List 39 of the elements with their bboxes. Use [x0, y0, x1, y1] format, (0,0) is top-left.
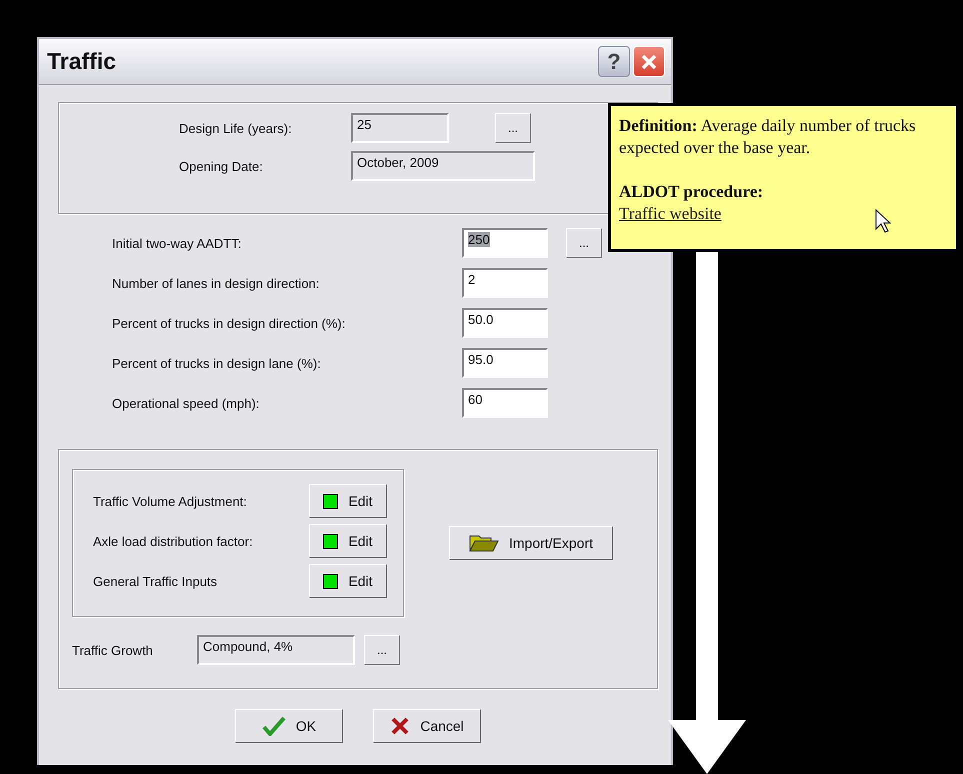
website-link[interactable]: Traffic website — [619, 204, 722, 223]
close-button[interactable] — [633, 46, 665, 77]
folder-icon — [468, 534, 499, 552]
input-field[interactable]: 50.0 — [462, 308, 548, 338]
definition-text: Definition: Average daily number of trucks expected over the base year. — [619, 115, 917, 159]
field-label: Initial two-way AADTT: — [112, 236, 242, 250]
input-field[interactable]: 60 — [462, 388, 548, 418]
input-field[interactable]: 25 — [351, 113, 449, 143]
checkmark-icon — [262, 716, 286, 736]
browse-button[interactable]: ... — [495, 113, 531, 143]
cross-icon — [390, 716, 410, 736]
field-label: Opening Date: — [179, 158, 264, 174]
input-field[interactable]: 2 — [462, 268, 548, 298]
field-label: Number of lanes in design direction: — [112, 276, 320, 290]
procedure-heading: ALDOT procedure: — [619, 181, 764, 203]
cursor-icon — [875, 209, 891, 233]
edit-button[interactable]: Edit — [309, 484, 387, 518]
field-label: Operational speed (mph): — [112, 396, 260, 410]
field-label: Percent of trucks in design direction (%): — [112, 316, 346, 330]
field-label: General Traffic Inputs — [93, 574, 218, 588]
input-field[interactable]: 95.0 — [462, 348, 548, 378]
browse-button[interactable]: ... — [566, 228, 602, 258]
field-label: Axle load distribution factor: — [93, 534, 254, 548]
field-label: Percent of trucks in design lane (%): — [112, 356, 322, 370]
cancel-button[interactable]: Cancel — [373, 709, 481, 743]
help-button[interactable]: ? — [598, 46, 630, 77]
close-icon — [640, 52, 658, 70]
window-title: Traffic — [47, 48, 118, 75]
input-field[interactable]: Compound, 4% — [197, 635, 355, 665]
field-label: Design Life (years): — [179, 120, 293, 136]
input-field[interactable]: October, 2009 — [351, 151, 535, 181]
field-label: Traffic Growth — [72, 642, 154, 658]
import-export-button[interactable]: Import/Export — [449, 526, 613, 560]
field-label: Traffic Volume Adjustment: — [93, 494, 248, 508]
browse-button[interactable]: ... — [364, 635, 400, 665]
edit-button[interactable]: Edit — [309, 524, 387, 558]
ok-button[interactable]: OK — [235, 709, 343, 743]
input-field[interactable]: 250 — [462, 228, 548, 258]
edit-button[interactable]: Edit — [309, 564, 387, 598]
